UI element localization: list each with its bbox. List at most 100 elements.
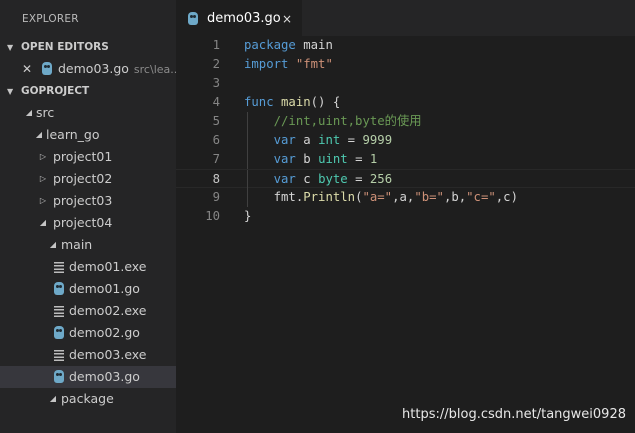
tab-demo03-go[interactable]: demo03.go ×	[176, 0, 302, 36]
tree-item-label: project04	[53, 215, 113, 230]
code-token: main	[281, 95, 311, 109]
code-token: var	[273, 133, 296, 147]
tree-item[interactable]: demo03.go	[0, 366, 176, 388]
tree-item[interactable]: ◢ main	[0, 234, 176, 256]
line-number: 3	[212, 76, 220, 90]
chevron-down-icon[interactable]: ◢	[34, 124, 44, 146]
code-line[interactable]: 10}	[176, 207, 635, 226]
code-token: "c="	[466, 190, 496, 204]
go-file-icon	[54, 326, 64, 340]
code-token: ,b,	[443, 190, 467, 204]
close-icon[interactable]: ✕	[22, 58, 32, 80]
tree-item-label: demo01.exe	[69, 259, 147, 274]
editor-area: demo03.go × 1 package main 2 import "fmt" 3 4…	[176, 0, 635, 433]
code-line[interactable]: 5 //int,uint,byte的使用	[176, 112, 635, 131]
code-token: //int,uint,byte的使用	[273, 114, 422, 128]
tree-item[interactable]: demo01.go	[0, 278, 176, 300]
tree-item[interactable]: demo02.go	[0, 322, 176, 344]
chevron-down-icon: ▼	[7, 43, 14, 52]
code-line[interactable]: 9 fmt.Println("a=",a,"b=",b,"c=",c)	[176, 188, 635, 207]
code-token: package	[244, 38, 296, 52]
tree-item-label: demo02.exe	[69, 303, 147, 318]
tree-item[interactable]: demo02.exe	[0, 300, 176, 322]
line-number: 4	[212, 95, 220, 109]
code-token: () {	[310, 95, 341, 109]
goproject-header[interactable]: ▼ GOPROJECT	[0, 80, 176, 102]
tree-item-label: project02	[53, 171, 113, 186]
code-token: =	[347, 172, 370, 186]
chevron-right-icon[interactable]: ▷	[38, 146, 48, 168]
code-line[interactable]: 7 var b uint = 1	[176, 150, 635, 169]
chevron-down-icon[interactable]: ◢	[48, 234, 58, 256]
code-token: 256	[369, 172, 393, 186]
code-token: import	[244, 57, 289, 71]
tree-item-label: demo03.exe	[69, 347, 147, 362]
go-file-icon	[188, 12, 198, 25]
tree-item[interactable]: ▷ project01	[0, 146, 176, 168]
chevron-down-icon[interactable]: ◢	[48, 388, 58, 410]
tree-item[interactable]: ◢ package	[0, 388, 176, 410]
goproject-label: GOPROJECT	[21, 85, 90, 97]
code-token: 9999	[362, 133, 393, 147]
tree-item[interactable]: ▷ project03	[0, 190, 176, 212]
code-text: //int,uint,byte的使用	[244, 112, 422, 131]
tree-item[interactable]: demo01.exe	[0, 256, 176, 278]
tree-item-label: learn_go	[46, 127, 100, 142]
code-editor[interactable]: 1 package main 2 import "fmt" 3 4 func main() …	[176, 36, 635, 433]
code-token: var	[273, 152, 296, 166]
tree-item-label: project03	[53, 193, 113, 208]
code-line[interactable]: 8 var c byte = 256	[176, 169, 635, 189]
code-token: var	[273, 172, 296, 186]
tab-label: demo03.go	[207, 11, 281, 26]
code-text: var c byte = 256	[244, 170, 393, 189]
tree-item[interactable]: ◢ src	[0, 102, 176, 124]
chevron-down-icon[interactable]: ◢	[24, 102, 34, 124]
tree-item[interactable]: ▷ project02	[0, 168, 176, 190]
code-line[interactable]: 2 import "fmt"	[176, 55, 635, 74]
code-line[interactable]: 3	[176, 74, 635, 93]
code-text: package main	[244, 36, 333, 55]
code-token: Println	[303, 190, 356, 204]
chevron-right-icon[interactable]: ▷	[38, 168, 48, 190]
tree-item[interactable]: ◢ learn_go	[0, 124, 176, 146]
code-line[interactable]: 6 var a int = 9999	[176, 131, 635, 150]
open-editor-filename: demo03.go	[58, 61, 129, 76]
line-number: 7	[212, 152, 220, 166]
line-number: 1	[212, 38, 220, 52]
tree-item[interactable]: ◢ project04	[0, 212, 176, 234]
code-token: main	[295, 38, 333, 52]
tree-item[interactable]: demo03.exe	[0, 344, 176, 366]
line-number: 5	[212, 114, 220, 128]
code-text: fmt.Println("a=",a,"b=",b,"c=",c)	[244, 188, 518, 207]
code-line[interactable]: 4 func main() {	[176, 93, 635, 112]
code-token: "fmt"	[295, 57, 333, 71]
code-token: "a="	[362, 190, 393, 204]
tab-bar: demo03.go ×	[176, 0, 635, 36]
code-text: var b uint = 1	[244, 150, 378, 169]
go-file-icon	[54, 370, 64, 384]
open-editors-label: OPEN EDITORS	[21, 41, 109, 53]
close-icon[interactable]: ×	[282, 0, 292, 38]
code-token: func	[244, 95, 274, 109]
go-file-icon	[42, 62, 52, 76]
code-token: "b="	[414, 190, 444, 204]
code-line[interactable]: 1 package main	[176, 36, 635, 55]
code-token: }	[244, 209, 252, 223]
open-editors-header[interactable]: ▼ OPEN EDITORS	[0, 36, 176, 58]
chevron-down-icon[interactable]: ◢	[38, 212, 48, 234]
file-tree: ◢ src ◢ learn_go ▷ project01 ▷ project02 ▷ projec…	[0, 102, 176, 410]
line-number: 2	[212, 57, 220, 71]
tree-item-label: src	[36, 105, 55, 120]
tree-item-label: main	[61, 237, 93, 252]
explorer-sidebar: EXPLORER ▼ OPEN EDITORS ✕ demo03.go src\le…	[0, 0, 176, 433]
open-editor-item[interactable]: ✕ demo03.go src\lea...	[0, 58, 176, 80]
code-token: fmt.	[244, 190, 304, 204]
exe-file-icon	[54, 348, 64, 362]
chevron-right-icon[interactable]: ▷	[38, 190, 48, 212]
tree-item-label: demo02.go	[69, 325, 140, 340]
code-token: 1	[369, 152, 378, 166]
